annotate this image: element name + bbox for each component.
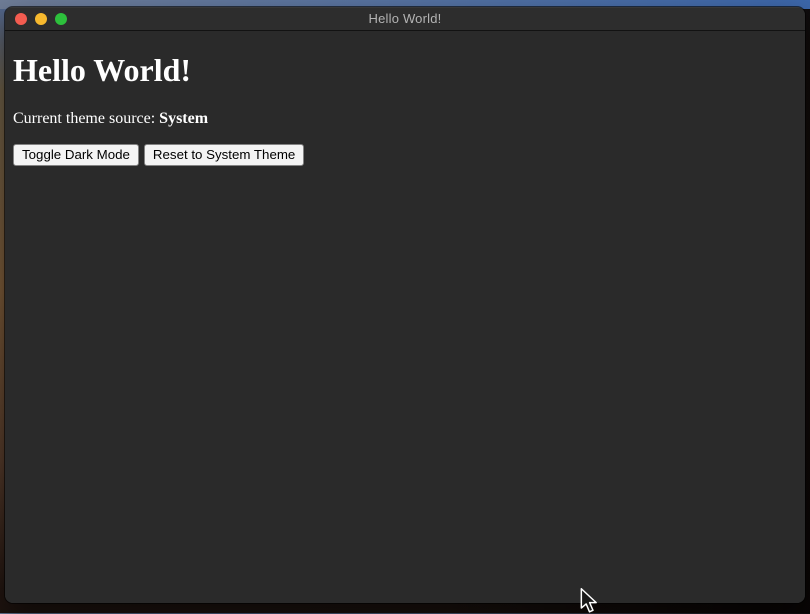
page-content: Hello World! Current theme source: Syste… <box>5 31 805 603</box>
page-heading: Hello World! <box>13 52 797 89</box>
minimize-button[interactable] <box>35 13 47 25</box>
theme-status: Current theme source: System <box>13 110 797 128</box>
titlebar[interactable]: Hello World! <box>5 7 805 31</box>
close-button[interactable] <box>15 13 27 25</box>
theme-status-label: Current theme source: <box>13 110 159 127</box>
reset-to-system-theme-button[interactable]: Reset to System Theme <box>144 144 304 166</box>
traffic-lights <box>15 7 67 30</box>
button-row: Toggle Dark ModeReset to System Theme <box>13 144 797 166</box>
app-window: Hello World! Hello World! Current theme … <box>5 7 805 603</box>
toggle-dark-mode-button[interactable]: Toggle Dark Mode <box>13 144 139 166</box>
theme-source-value: System <box>159 110 208 127</box>
zoom-button[interactable] <box>55 13 67 25</box>
window-title: Hello World! <box>5 11 805 26</box>
